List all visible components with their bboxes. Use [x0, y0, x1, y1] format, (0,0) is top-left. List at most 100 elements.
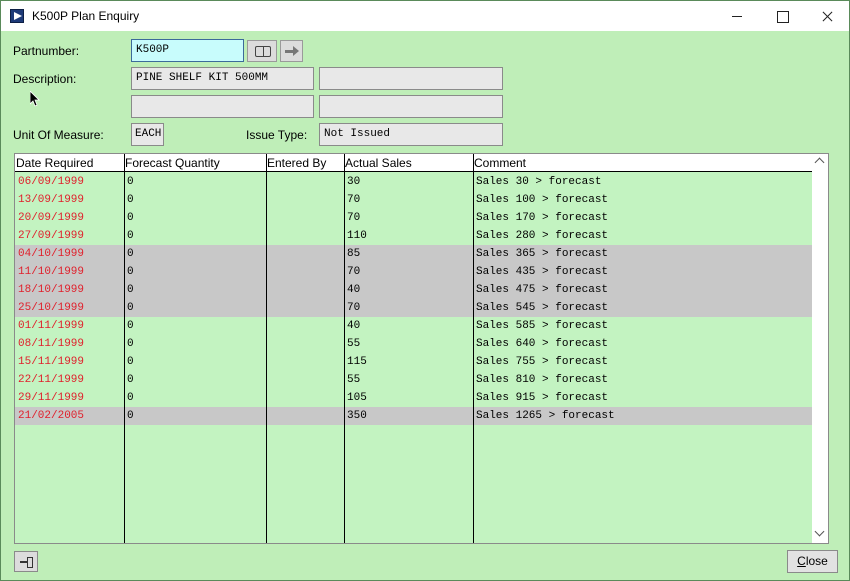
cell-date-required: 27/09/1999	[18, 230, 85, 242]
title-bar: K500P Plan Enquiry	[1, 1, 849, 31]
plan-grid[interactable]: Date Required Forecast Quantity Entered …	[14, 153, 829, 544]
cell-comment: Sales 585 > forecast	[476, 320, 609, 332]
cell-comment: Sales 810 > forecast	[476, 374, 609, 386]
lookup-button[interactable]	[247, 40, 277, 62]
cell-forecast-quantity: 0	[127, 374, 134, 386]
cell-comment: Sales 755 > forecast	[476, 356, 609, 368]
cell-forecast-quantity: 0	[127, 176, 134, 188]
table-row[interactable]: 27/09/1999 0 110 Sales 280 > forecast	[15, 227, 812, 245]
pin-button[interactable]	[14, 551, 38, 572]
cell-actual-sales: 350	[347, 410, 367, 422]
column-divider	[344, 154, 345, 543]
table-row[interactable]: 04/10/1999 0 85 Sales 365 > forecast	[15, 245, 812, 263]
cell-date-required: 08/11/1999	[18, 338, 85, 350]
cell-comment: Sales 365 > forecast	[476, 248, 609, 260]
cell-comment: Sales 640 > forecast	[476, 338, 609, 350]
vertical-scrollbar[interactable]	[812, 154, 828, 543]
table-row[interactable]: 08/11/1999 0 55 Sales 640 > forecast	[15, 335, 812, 353]
cell-comment: Sales 1265 > forecast	[476, 410, 615, 422]
minimize-button[interactable]	[714, 1, 760, 31]
cell-date-required: 29/11/1999	[18, 392, 85, 404]
description-field-1: PINE SHELF KIT 500MM	[131, 67, 314, 90]
cell-forecast-quantity: 0	[127, 248, 134, 260]
table-row[interactable]: 11/10/1999 0 70 Sales 435 > forecast	[15, 263, 812, 281]
cell-forecast-quantity: 0	[127, 392, 134, 404]
mouse-pointer-icon	[30, 91, 40, 107]
table-row[interactable]: 25/10/1999 0 70 Sales 545 > forecast	[15, 299, 812, 317]
cell-forecast-quantity: 0	[127, 212, 134, 224]
partnumber-input[interactable]: K500P	[131, 39, 244, 62]
arrow-right-icon	[285, 46, 299, 57]
table-row[interactable]: 18/10/1999 0 40 Sales 475 > forecast	[15, 281, 812, 299]
cell-comment: Sales 915 > forecast	[476, 392, 609, 404]
cell-forecast-quantity: 0	[127, 284, 134, 296]
cell-date-required: 15/11/1999	[18, 356, 85, 368]
cell-date-required: 11/10/1999	[18, 266, 85, 278]
description-label: Description:	[13, 72, 77, 86]
cell-forecast-quantity: 0	[127, 194, 134, 206]
column-header-comment[interactable]: Comment	[474, 156, 526, 170]
book-icon	[255, 46, 271, 57]
cell-date-required: 20/09/1999	[18, 212, 85, 224]
table-row[interactable]: 15/11/1999 0 115 Sales 755 > forecast	[15, 353, 812, 371]
cell-comment: Sales 170 > forecast	[476, 212, 609, 224]
cell-actual-sales: 70	[347, 212, 361, 224]
plan-enquiry-window: K500P Plan Enquiry Partnumber: K500P Des…	[0, 0, 850, 581]
cell-actual-sales: 55	[347, 338, 361, 350]
cell-actual-sales: 105	[347, 392, 367, 404]
table-row[interactable]: 06/09/1999 0 30 Sales 30 > forecast	[15, 173, 812, 191]
description-field-3	[131, 95, 314, 118]
cell-actual-sales: 110	[347, 230, 367, 242]
cell-comment: Sales 435 > forecast	[476, 266, 609, 278]
close-window-button[interactable]	[804, 1, 850, 31]
cell-forecast-quantity: 0	[127, 266, 134, 278]
description-field-4	[319, 95, 503, 118]
cell-forecast-quantity: 0	[127, 338, 134, 350]
table-row[interactable]: 29/11/1999 0 105 Sales 915 > forecast	[15, 389, 812, 407]
cell-date-required: 22/11/1999	[18, 374, 85, 386]
cell-date-required: 01/11/1999	[18, 320, 85, 332]
cell-date-required: 06/09/1999	[18, 176, 85, 188]
cell-actual-sales: 40	[347, 284, 361, 296]
column-header-actual-sales[interactable]: Actual Sales	[345, 156, 412, 170]
issue-type-field: Not Issued	[319, 123, 503, 146]
column-header-date-required[interactable]: Date Required	[16, 156, 93, 170]
cell-forecast-quantity: 0	[127, 410, 134, 422]
go-button[interactable]	[280, 40, 303, 62]
cell-actual-sales: 70	[347, 302, 361, 314]
cell-comment: Sales 280 > forecast	[476, 230, 609, 242]
maximize-button[interactable]	[759, 1, 805, 31]
scroll-down-icon[interactable]	[814, 526, 825, 537]
close-button[interactable]: Close	[787, 550, 838, 573]
cell-date-required: 18/10/1999	[18, 284, 85, 296]
cell-date-required: 25/10/1999	[18, 302, 85, 314]
column-header-forecast-quantity[interactable]: Forecast Quantity	[125, 156, 220, 170]
cell-comment: Sales 30 > forecast	[476, 176, 602, 188]
table-row[interactable]: 13/09/1999 0 70 Sales 100 > forecast	[15, 191, 812, 209]
cell-comment: Sales 545 > forecast	[476, 302, 609, 314]
table-row[interactable]: 21/02/2005 0 350 Sales 1265 > forecast	[15, 407, 812, 425]
cell-actual-sales: 70	[347, 266, 361, 278]
cell-actual-sales: 70	[347, 194, 361, 206]
cell-forecast-quantity: 0	[127, 356, 134, 368]
grid-header: Date Required Forecast Quantity Entered …	[15, 154, 812, 172]
cell-actual-sales: 55	[347, 374, 361, 386]
cell-forecast-quantity: 0	[127, 230, 134, 242]
table-row[interactable]: 20/09/1999 0 70 Sales 170 > forecast	[15, 209, 812, 227]
window-title: K500P Plan Enquiry	[32, 9, 140, 23]
scroll-up-icon[interactable]	[814, 157, 825, 168]
partnumber-label: Partnumber:	[13, 44, 80, 58]
table-row[interactable]: 01/11/1999 0 40 Sales 585 > forecast	[15, 317, 812, 335]
cell-actual-sales: 85	[347, 248, 361, 260]
cell-date-required: 13/09/1999	[18, 194, 85, 206]
pin-icon	[20, 557, 33, 568]
uom-field: EACH	[131, 123, 164, 146]
uom-label: Unit Of Measure:	[13, 128, 104, 142]
cell-forecast-quantity: 0	[127, 320, 134, 332]
cell-actual-sales: 40	[347, 320, 361, 332]
table-row[interactable]: 22/11/1999 0 55 Sales 810 > forecast	[15, 371, 812, 389]
cell-comment: Sales 475 > forecast	[476, 284, 609, 296]
issue-type-label: Issue Type:	[246, 128, 308, 142]
column-header-entered-by[interactable]: Entered By	[267, 156, 326, 170]
column-divider	[266, 154, 267, 543]
